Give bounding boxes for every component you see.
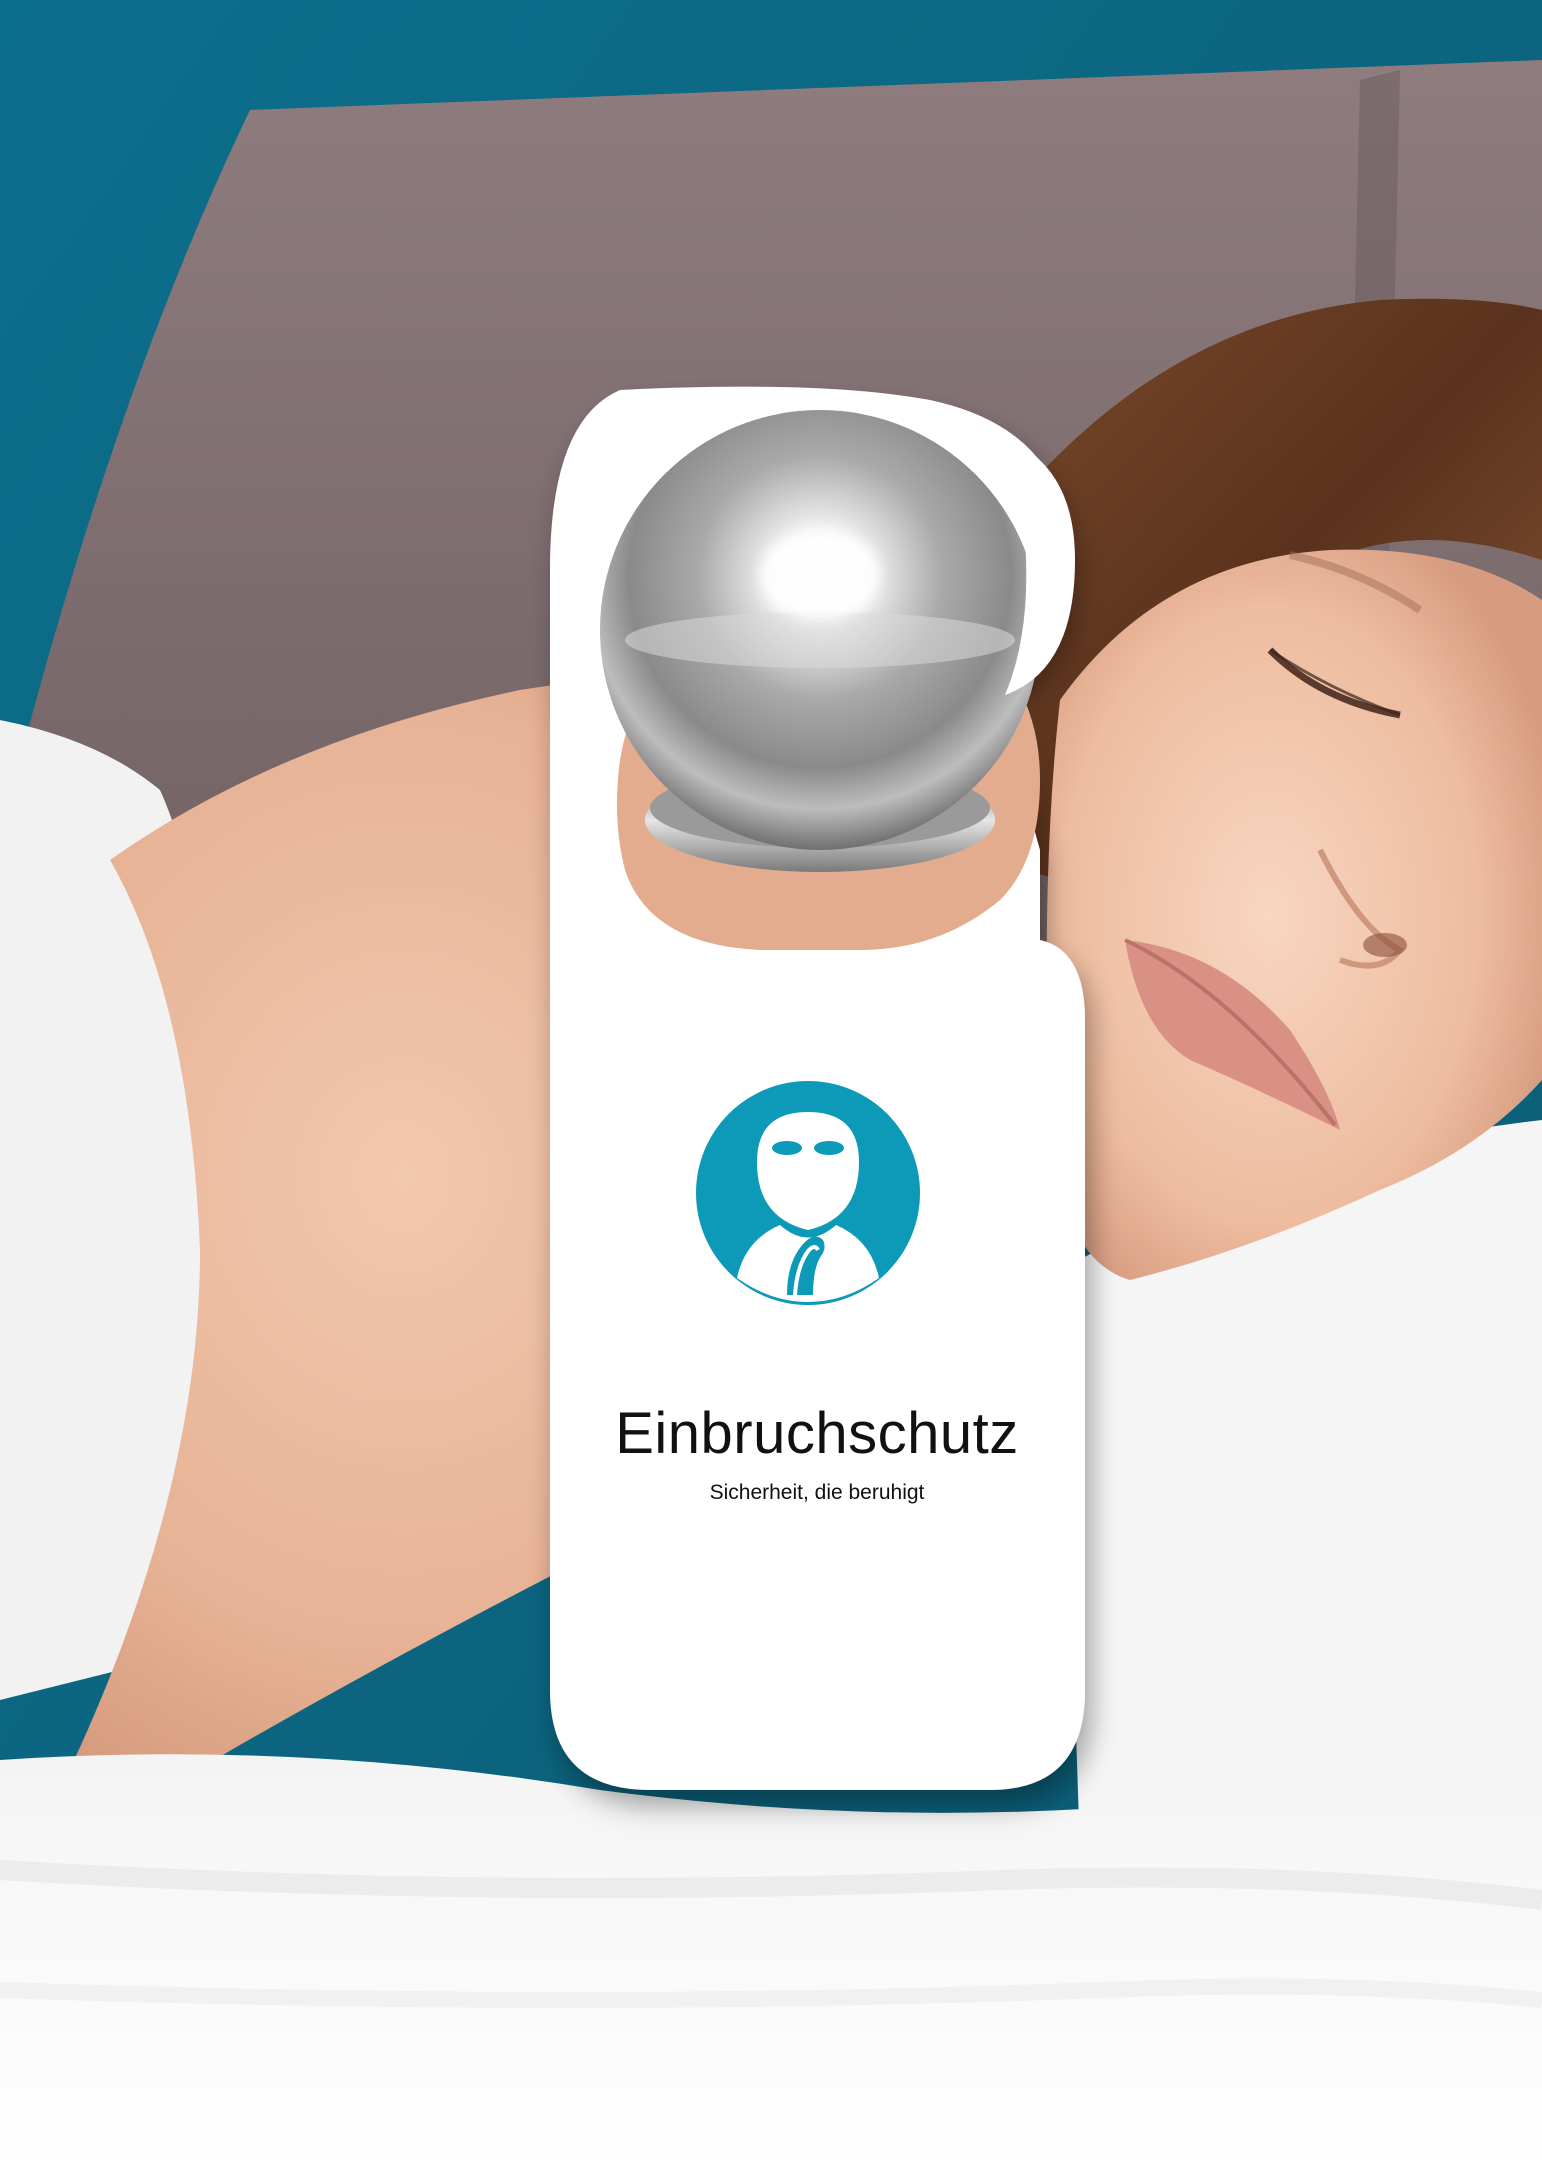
hanger-title: Einbruchschutz <box>615 1401 1019 1466</box>
burglar-icon <box>696 1081 920 1305</box>
mask-eye-left <box>772 1141 802 1155</box>
hanger-subtitle: Sicherheit, die beruhigt <box>709 1481 925 1504</box>
mask-eye-right <box>814 1141 844 1155</box>
bed-sheet <box>0 1754 1542 2171</box>
